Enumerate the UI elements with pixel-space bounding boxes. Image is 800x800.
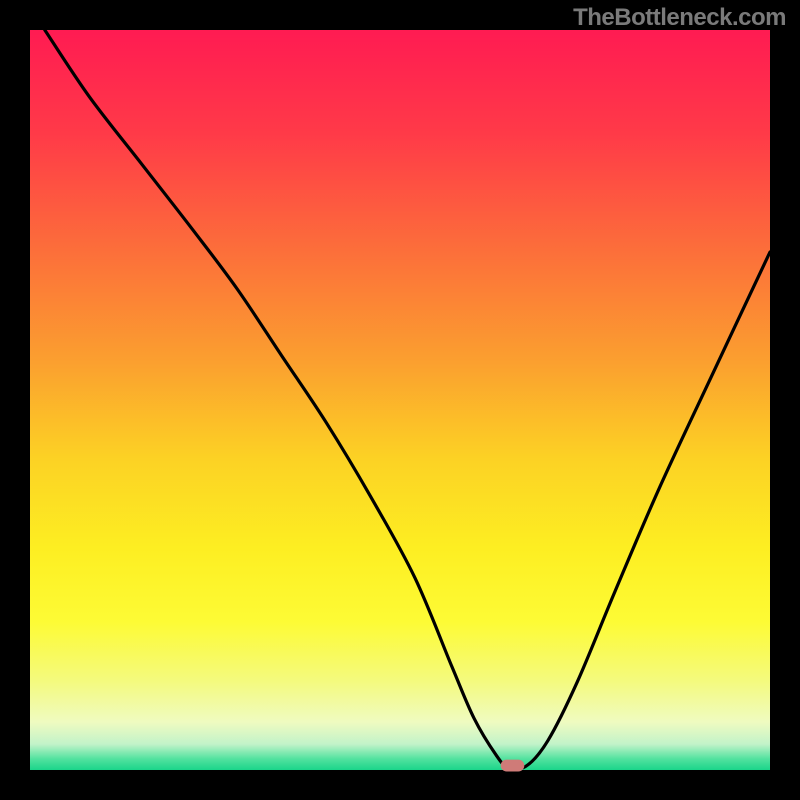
plot-background bbox=[30, 30, 770, 770]
bottleneck-chart bbox=[0, 0, 800, 800]
watermark-text: TheBottleneck.com bbox=[573, 4, 786, 32]
optimal-marker bbox=[501, 760, 525, 772]
chart-frame: { "watermark": "TheBottleneck.com", "cha… bbox=[0, 0, 800, 800]
